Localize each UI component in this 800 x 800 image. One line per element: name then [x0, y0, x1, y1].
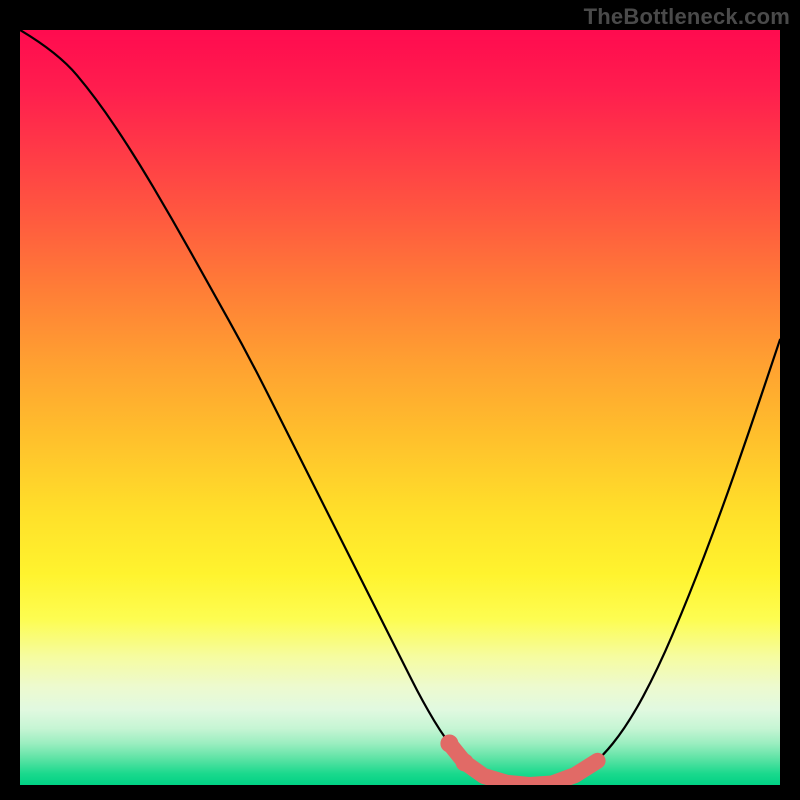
chart-stage: TheBottleneck.com: [0, 0, 800, 800]
plot-area: [20, 30, 780, 785]
bottleneck-curve-line: [20, 30, 780, 785]
watermark-text: TheBottleneck.com: [584, 4, 790, 30]
chart-svg: [20, 30, 780, 785]
highlight-marker-1: [440, 735, 458, 753]
highlight-marker-2: [456, 753, 474, 771]
